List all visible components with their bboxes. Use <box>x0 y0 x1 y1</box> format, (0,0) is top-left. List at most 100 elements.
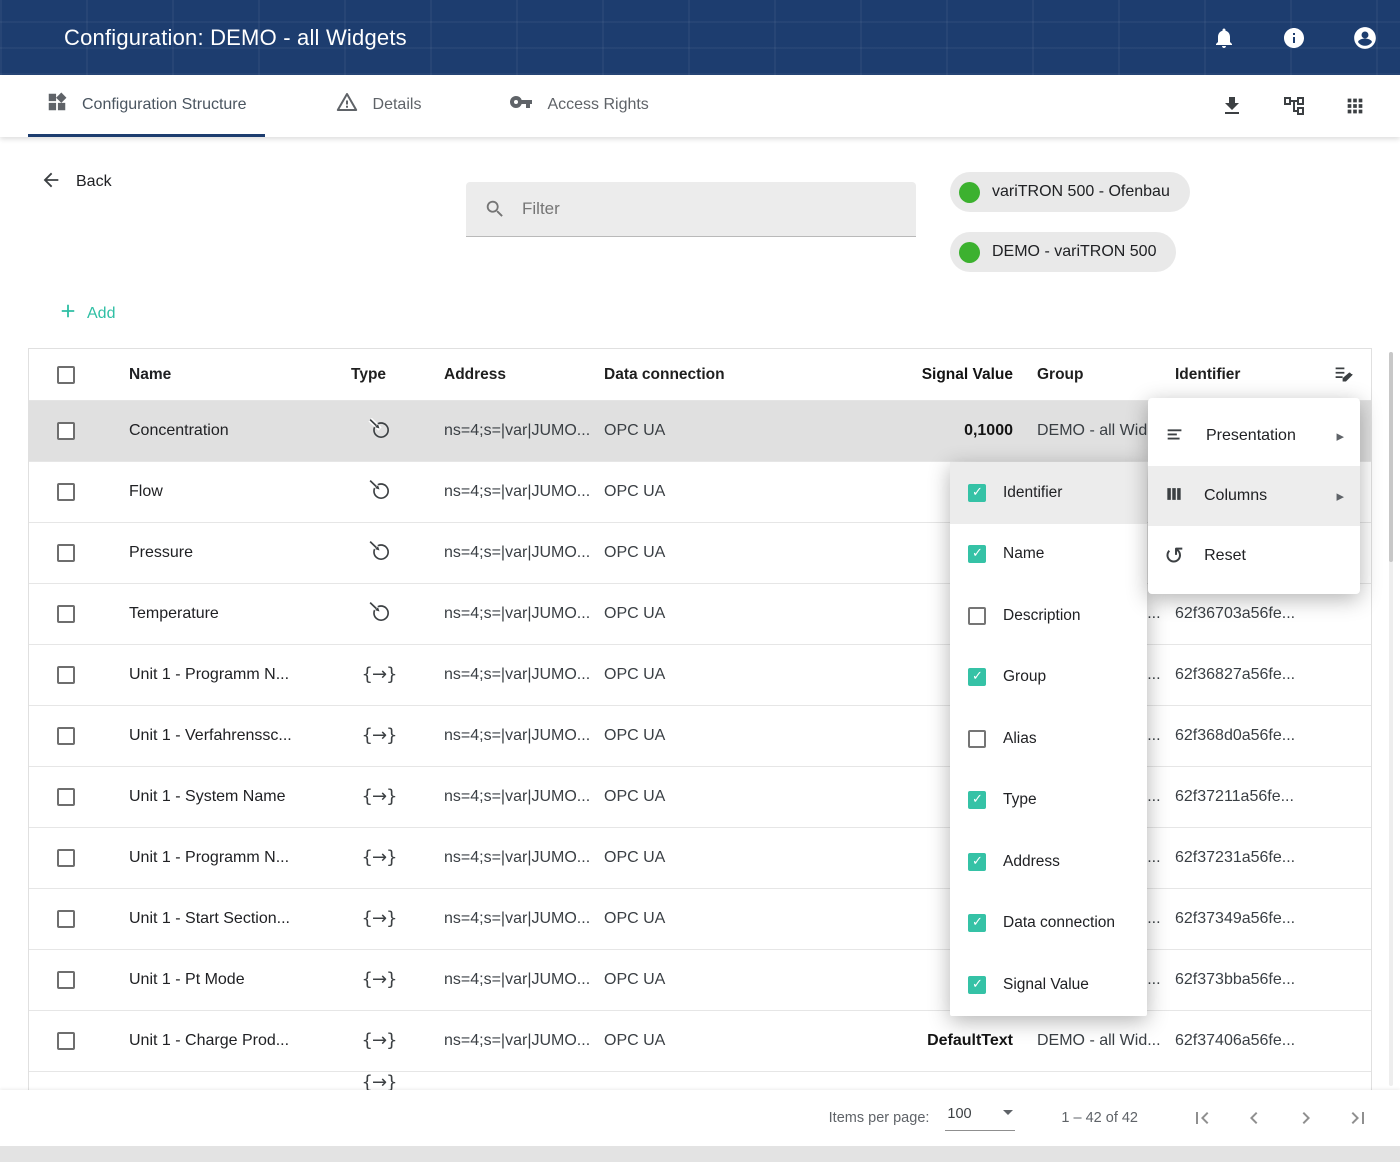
row-address: ns=4;s=|var|JUMO... <box>419 727 604 745</box>
filter-input[interactable] <box>520 198 916 220</box>
row-checkbox[interactable] <box>57 788 75 806</box>
column-checkbox[interactable] <box>968 607 986 625</box>
row-address: ns=4;s=|var|JUMO... <box>419 1032 604 1050</box>
hierarchy-icon[interactable] <box>1282 94 1306 118</box>
row-checkbox[interactable] <box>57 727 75 745</box>
columns-visibility-menu: Identifier Name Description Group Alias … <box>950 462 1147 1016</box>
mapping-braces-icon <box>362 971 397 989</box>
column-toggle-item[interactable]: Alias <box>950 708 1147 770</box>
last-page-icon[interactable] <box>1346 1106 1370 1130</box>
column-checkbox[interactable] <box>968 914 986 932</box>
prev-page-icon[interactable] <box>1242 1106 1266 1130</box>
row-name: Unit 1 - Verfahrenssc... <box>129 727 339 745</box>
col-header-data-connection: Data connection <box>604 366 919 384</box>
row-identifier: 62f36703a56fe... <box>1175 605 1325 623</box>
signal-input-icon <box>367 538 392 568</box>
row-name: Unit 1 - Start Section... <box>129 910 339 928</box>
status-chip-demo-varitron[interactable]: DEMO - variTRON 500 <box>950 232 1176 272</box>
table-row[interactable]: Unit 1 - Programm N... ns=4;s=|var|JUMO.… <box>29 828 1371 889</box>
row-checkbox[interactable] <box>57 666 75 684</box>
filter-field[interactable] <box>466 182 916 237</box>
column-checkbox[interactable] <box>968 545 986 563</box>
row-checkbox[interactable] <box>57 849 75 867</box>
row-checkbox[interactable] <box>57 605 75 623</box>
row-address: ns=4;s=|var|JUMO... <box>419 666 604 684</box>
app-header: Configuration: DEMO - all Widgets <box>0 0 1400 75</box>
select-all-checkbox[interactable] <box>57 366 75 384</box>
row-name: Unit 1 - System Name <box>129 788 339 806</box>
row-group: DEMO - all Wid... <box>1019 1032 1175 1050</box>
next-page-icon[interactable] <box>1294 1106 1318 1130</box>
column-checkbox[interactable] <box>968 730 986 748</box>
column-checkbox[interactable] <box>968 668 986 686</box>
column-toggle-label: Name <box>1003 545 1044 563</box>
mapping-braces-icon <box>362 849 397 867</box>
column-toggle-item[interactable]: Data connection <box>950 893 1147 955</box>
row-identifier: 62f37406a56fe... <box>1175 1032 1325 1050</box>
account-icon[interactable] <box>1352 25 1378 51</box>
row-checkbox[interactable] <box>57 422 75 440</box>
column-toggle-item[interactable]: Signal Value <box>950 954 1147 1016</box>
row-data-connection: OPC UA <box>604 727 919 745</box>
tab-configuration-structure[interactable]: Configuration Structure <box>28 75 265 137</box>
tab-actions <box>1220 75 1366 137</box>
row-signal-value: 0,1000 <box>919 422 1019 440</box>
column-toggle-item[interactable]: Address <box>950 831 1147 893</box>
column-checkbox[interactable] <box>968 976 986 994</box>
row-data-connection: OPC UA <box>604 605 919 623</box>
column-toggle-label: Description <box>1003 607 1081 625</box>
row-data-connection: OPC UA <box>604 666 919 684</box>
table-row[interactable]: Unit 1 - Start Section... ns=4;s=|var|JU… <box>29 889 1371 950</box>
table-row[interactable]: Unit 1 - Charge Prod... ns=4;s=|var|JUMO… <box>29 1011 1371 1072</box>
edit-columns-icon[interactable] <box>1333 364 1354 385</box>
row-checkbox[interactable] <box>57 483 75 501</box>
row-data-connection: OPC UA <box>604 971 919 989</box>
row-checkbox[interactable] <box>57 910 75 928</box>
menu-item-reset[interactable]: Reset <box>1148 526 1360 586</box>
table-row[interactable] <box>29 1072 1371 1092</box>
column-toggle-item[interactable]: Name <box>950 524 1147 586</box>
row-checkbox[interactable] <box>57 971 75 989</box>
column-checkbox[interactable] <box>968 484 986 502</box>
apps-grid-icon[interactable] <box>1344 95 1366 117</box>
first-page-icon[interactable] <box>1190 1106 1214 1130</box>
download-icon[interactable] <box>1220 94 1244 118</box>
column-toggle-label: Data connection <box>1003 914 1115 932</box>
column-toggle-item[interactable]: Group <box>950 647 1147 709</box>
widgets-icon <box>46 91 68 118</box>
table-row[interactable]: Unit 1 - Programm N... ns=4;s=|var|JUMO.… <box>29 645 1371 706</box>
table-row[interactable]: Unit 1 - Pt Mode ns=4;s=|var|JUMO... OPC… <box>29 950 1371 1011</box>
column-toggle-item[interactable]: Identifier <box>950 462 1147 524</box>
row-data-connection: OPC UA <box>604 910 919 928</box>
add-button[interactable]: Add <box>52 300 121 327</box>
row-checkbox[interactable] <box>57 1032 75 1050</box>
notifications-icon[interactable] <box>1212 26 1236 50</box>
back-button[interactable]: Back <box>40 168 112 196</box>
row-address: ns=4;s=|var|JUMO... <box>419 422 604 440</box>
status-chip-varitron-ofenbau[interactable]: variTRON 500 - Ofenbau <box>950 172 1190 212</box>
col-header-identifier: Identifier <box>1175 366 1325 384</box>
table-row[interactable]: Unit 1 - System Name ns=4;s=|var|JUMO...… <box>29 767 1371 828</box>
row-data-connection: OPC UA <box>604 422 919 440</box>
row-name: Unit 1 - Programm N... <box>129 666 339 684</box>
row-identifier: 62f37231a56fe... <box>1175 849 1325 867</box>
column-toggle-item[interactable]: Type <box>950 770 1147 832</box>
mapping-braces-icon <box>362 727 397 745</box>
menu-item-presentation[interactable]: Presentation <box>1148 406 1360 466</box>
column-checkbox[interactable] <box>968 853 986 871</box>
search-icon <box>484 198 506 220</box>
row-checkbox[interactable] <box>57 544 75 562</box>
column-toggle-item[interactable]: Description <box>950 585 1147 647</box>
key-icon <box>509 90 533 119</box>
row-data-connection: OPC UA <box>604 849 919 867</box>
column-checkbox[interactable] <box>968 791 986 809</box>
items-per-page-select[interactable]: 100 <box>945 1106 1015 1131</box>
scrollbar-thumb[interactable] <box>1389 352 1393 562</box>
info-icon[interactable] <box>1282 26 1306 50</box>
tab-access-rights[interactable]: Access Rights <box>491 75 666 137</box>
menu-item-columns[interactable]: Columns <box>1148 466 1360 526</box>
tab-details[interactable]: Details <box>317 75 440 137</box>
row-address: ns=4;s=|var|JUMO... <box>419 544 604 562</box>
plus-icon <box>58 301 78 326</box>
table-row[interactable]: Unit 1 - Verfahrenssc... ns=4;s=|var|JUM… <box>29 706 1371 767</box>
